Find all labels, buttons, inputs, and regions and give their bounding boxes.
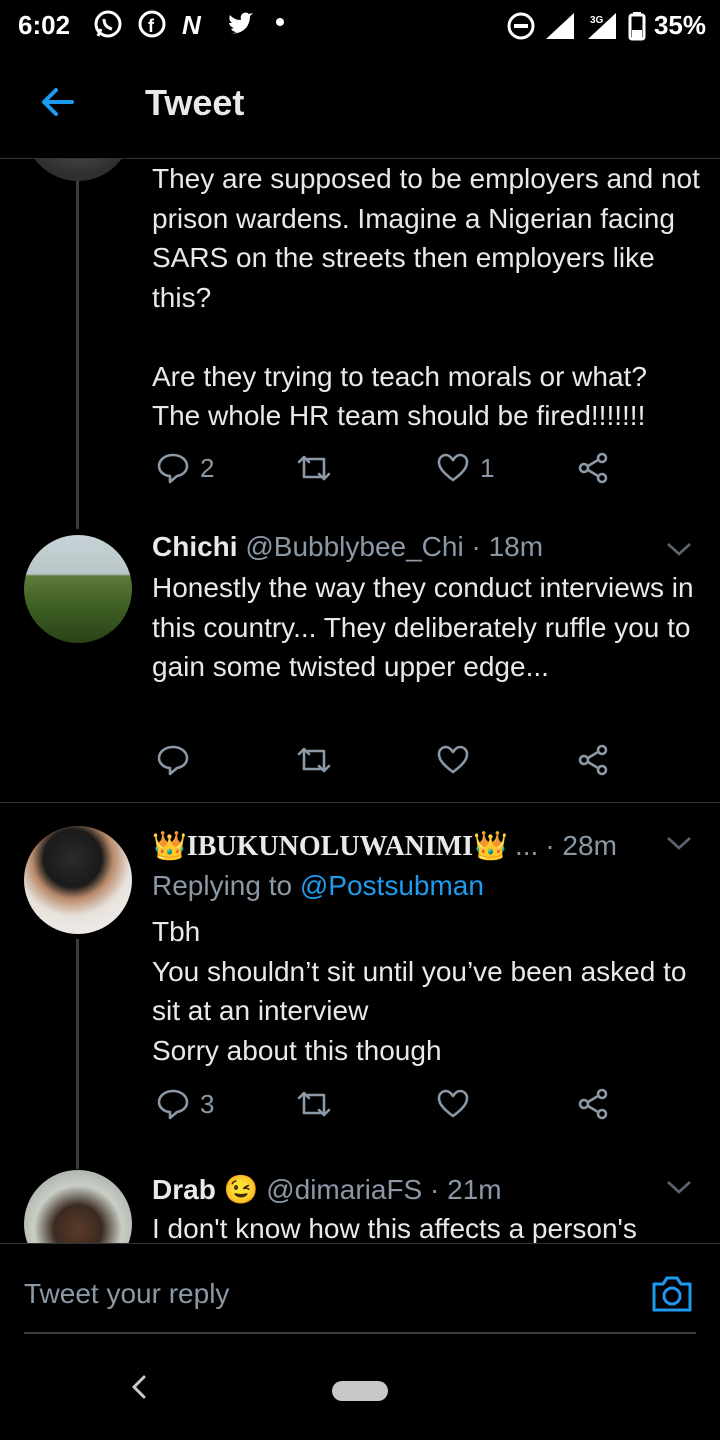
like-count: 1	[480, 452, 495, 483]
avatar[interactable]	[24, 535, 132, 643]
like-button[interactable]: 1	[436, 451, 494, 485]
retweet-button[interactable]	[296, 1087, 332, 1121]
avatar[interactable]	[24, 826, 132, 934]
news-icon: N	[182, 10, 202, 40]
retweet-icon	[297, 747, 331, 773]
heart-icon	[437, 453, 469, 482]
thread-line	[76, 939, 79, 1169]
replying-to-link[interactable]: @Postsubman	[300, 870, 484, 901]
twitter-icon	[228, 12, 253, 34]
status-right: 3G 35%	[506, 10, 706, 41]
chevron-down-icon[interactable]	[666, 1179, 692, 1195]
tweet-thread[interactable]: They are supposed to be employers and no…	[0, 159, 720, 1243]
replying-to: Replying to @Postsubman	[152, 870, 484, 902]
tweet-text: I don't know how this affects a person's	[152, 1213, 637, 1243]
nav-back-icon[interactable]	[128, 1373, 150, 1401]
signal-icon	[545, 12, 574, 39]
chevron-down-icon[interactable]	[666, 835, 692, 851]
thread-line	[76, 181, 79, 529]
reply-button[interactable]: 3	[156, 1087, 214, 1121]
tweet-text: Honestly the way they conduct interviews…	[152, 572, 694, 682]
share-button[interactable]	[576, 451, 610, 485]
facebook-icon: f	[138, 10, 166, 38]
retweet-button[interactable]	[296, 743, 332, 777]
battery-percent: 35%	[653, 10, 706, 40]
share-button[interactable]	[576, 1087, 610, 1121]
tweet-time: · 28m	[545, 830, 617, 861]
tweet-time: · 21m	[430, 1174, 502, 1205]
retweet-icon	[297, 455, 331, 481]
share-button[interactable]	[576, 743, 610, 777]
reply-count: 3	[200, 1088, 215, 1119]
avatar[interactable]	[24, 1170, 132, 1243]
tweet-divider	[0, 802, 720, 803]
tweet-actions	[152, 743, 622, 783]
author-handle[interactable]: @dimariaFS	[266, 1174, 422, 1205]
reply-count: 2	[200, 452, 215, 483]
status-time: 6:02	[18, 10, 71, 40]
battery-icon	[628, 11, 646, 40]
svg-text:3G: 3G	[590, 15, 604, 26]
reply-icon	[157, 453, 189, 484]
tweet-text: Tbh You shouldn’t sit until you’ve been …	[152, 916, 687, 1066]
app-header: Tweet	[0, 52, 720, 159]
like-button[interactable]	[436, 1087, 470, 1121]
tweet-meta: 👑IBUKUNOLUWANIMI👑 ... · 28m	[152, 829, 617, 863]
whatsapp-icon	[94, 10, 122, 38]
share-icon	[578, 744, 608, 776]
tweet-actions: 2 1	[152, 451, 622, 491]
share-icon	[578, 1088, 608, 1120]
status-bar: 6:02 f N 3G 35%	[0, 0, 720, 52]
name-ellipsis: ...	[514, 830, 539, 861]
share-icon	[578, 452, 608, 484]
tweet-time: · 18m	[471, 531, 544, 562]
reply-composer: Tweet your reply	[0, 1243, 720, 1344]
svg-text:N: N	[182, 10, 202, 40]
author-name[interactable]: 👑IBUKUNOLUWANIMI👑	[152, 831, 508, 862]
system-navbar	[0, 1343, 720, 1440]
author-handle[interactable]: @Bubblybee_Chi	[245, 531, 463, 562]
reply-icon	[157, 1089, 189, 1120]
page-title: Tweet	[145, 82, 245, 123]
reply-button[interactable]	[156, 743, 190, 777]
tweet-meta: Chichi @Bubblybee_Chi · 18m	[152, 531, 543, 563]
nav-home-pill[interactable]	[332, 1381, 388, 1401]
retweet-icon	[297, 1091, 331, 1117]
reply-button[interactable]: 2	[156, 451, 214, 485]
do-not-disturb-icon	[507, 12, 535, 39]
retweet-button[interactable]	[296, 451, 332, 485]
reply-input[interactable]: Tweet your reply	[24, 1278, 229, 1310]
author-name[interactable]: Drab 😉	[152, 1174, 258, 1205]
reply-underline	[24, 1332, 696, 1334]
signal-3g-icon: 3G	[587, 12, 616, 39]
tweet-text: They are supposed to be employers and no…	[152, 163, 700, 431]
more-notifications-dot-icon	[276, 18, 284, 26]
tweet-meta: Drab 😉 @dimariaFS · 21m	[152, 1173, 502, 1206]
heart-icon	[437, 745, 469, 774]
reply-icon	[157, 745, 189, 776]
author-name[interactable]: Chichi	[152, 531, 238, 562]
heart-icon	[437, 1089, 469, 1118]
like-button[interactable]	[436, 743, 470, 777]
avatar[interactable]	[24, 159, 132, 181]
back-arrow-icon[interactable]	[38, 82, 78, 122]
chevron-down-icon[interactable]	[666, 541, 692, 557]
replying-label: Replying to	[152, 870, 293, 901]
svg-text:f: f	[148, 16, 155, 36]
tweet-actions: 3	[152, 1087, 622, 1127]
camera-icon[interactable]	[650, 1274, 694, 1314]
